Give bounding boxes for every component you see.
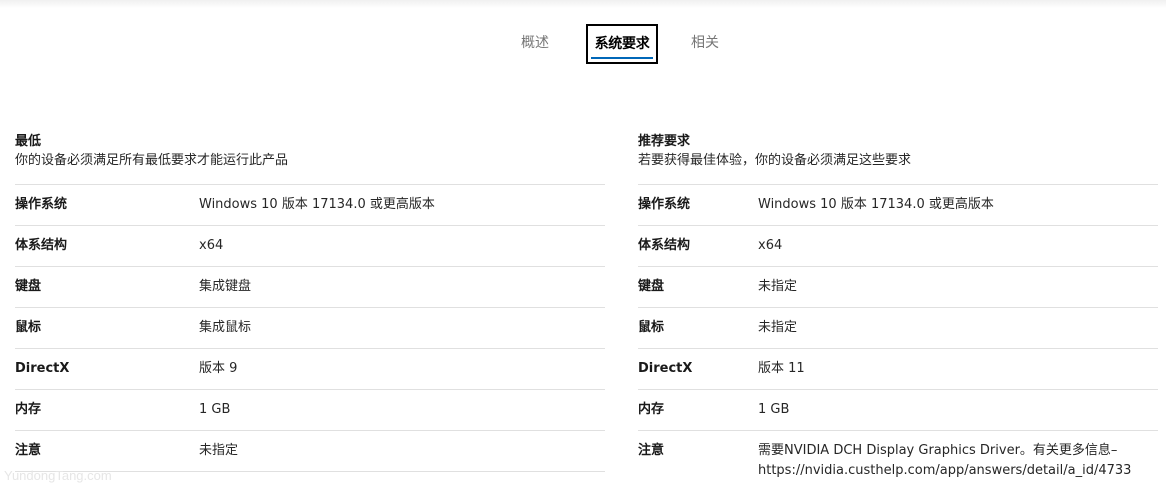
- requirement-key: 体系结构: [15, 238, 68, 253]
- requirement-key: 内存: [638, 402, 665, 417]
- table-row: 键盘 未指定: [638, 267, 1158, 308]
- requirement-key: 操作系统: [15, 197, 68, 212]
- minimum-subtitle: 你的设备必须满足所有最低要求才能运行此产品: [15, 153, 289, 168]
- table-row: 操作系统 Windows 10 版本 17134.0 或更高版本: [15, 185, 605, 226]
- requirement-key: 鼠标: [638, 320, 665, 335]
- tab-overview[interactable]: 概述: [521, 24, 549, 62]
- table-row: 鼠标 未指定: [638, 308, 1158, 349]
- recommended-header: 推荐要求 若要获得最佳体验，你的设备必须满足这些要求: [638, 133, 1158, 185]
- tab-system-requirements-label: 系统要求: [594, 36, 650, 52]
- requirement-key: 键盘: [15, 279, 42, 294]
- recommended-requirements-panel: 推荐要求 若要获得最佳体验，你的设备必须满足这些要求 操作系统 Windows …: [638, 133, 1158, 478]
- header-shadow: [0, 0, 1166, 8]
- recommended-title: 推荐要求: [638, 134, 691, 149]
- requirement-value: Windows 10 版本 17134.0 或更高版本: [758, 197, 994, 212]
- requirement-value: x64: [758, 238, 783, 253]
- requirement-key: 鼠标: [15, 320, 42, 335]
- requirement-key: 注意: [638, 443, 665, 458]
- tab-related[interactable]: 相关: [691, 24, 719, 62]
- table-row: 注意 未指定: [15, 431, 605, 472]
- requirement-key: 注意: [15, 443, 42, 458]
- table-row: DirectX 版本 9: [15, 349, 605, 390]
- table-row: 鼠标 集成鼠标: [15, 308, 605, 349]
- requirement-value: 版本 9: [199, 361, 238, 376]
- requirement-key: 内存: [15, 402, 42, 417]
- requirement-value: 集成鼠标: [199, 320, 252, 335]
- table-row: 体系结构 x64: [638, 226, 1158, 267]
- requirement-value: 集成键盘: [199, 279, 252, 294]
- requirement-value: 未指定: [758, 320, 798, 335]
- requirement-value: 未指定: [199, 443, 239, 458]
- minimum-requirements-panel: 最低 你的设备必须满足所有最低要求才能运行此产品 操作系统 Windows 10…: [15, 133, 605, 472]
- minimum-header: 最低 你的设备必须满足所有最低要求才能运行此产品: [15, 133, 605, 185]
- requirement-key: DirectX: [15, 361, 70, 376]
- requirement-key: 体系结构: [638, 238, 691, 253]
- requirement-value: x64: [199, 238, 224, 253]
- requirement-key: 键盘: [638, 279, 665, 294]
- watermark: YundongTang.com: [4, 468, 112, 483]
- requirement-value: 需要NVIDIA DCH Display Graphics Driver。有关更…: [758, 443, 1132, 478]
- minimum-title: 最低: [15, 134, 42, 149]
- requirement-value: 1 GB: [758, 402, 790, 417]
- requirement-key: DirectX: [638, 361, 693, 376]
- table-row: DirectX 版本 11: [638, 349, 1158, 390]
- tab-bar: 概述 系统要求 相关: [0, 24, 1166, 64]
- requirement-value: 版本 11: [758, 361, 805, 376]
- active-tab-indicator: [591, 57, 653, 59]
- table-row: 体系结构 x64: [15, 226, 605, 267]
- table-row: 键盘 集成键盘: [15, 267, 605, 308]
- requirement-key: 操作系统: [638, 197, 691, 212]
- tab-system-requirements[interactable]: 系统要求: [586, 24, 658, 64]
- table-row: 内存 1 GB: [638, 390, 1158, 431]
- requirement-value: 未指定: [758, 279, 798, 294]
- table-row: 注意 需要NVIDIA DCH Display Graphics Driver。…: [638, 431, 1158, 478]
- table-row: 操作系统 Windows 10 版本 17134.0 或更高版本: [638, 185, 1158, 226]
- requirement-value: 1 GB: [199, 402, 231, 417]
- recommended-subtitle: 若要获得最佳体验，你的设备必须满足这些要求: [638, 153, 912, 168]
- requirement-value: Windows 10 版本 17134.0 或更高版本: [199, 197, 435, 212]
- table-row: 内存 1 GB: [15, 390, 605, 431]
